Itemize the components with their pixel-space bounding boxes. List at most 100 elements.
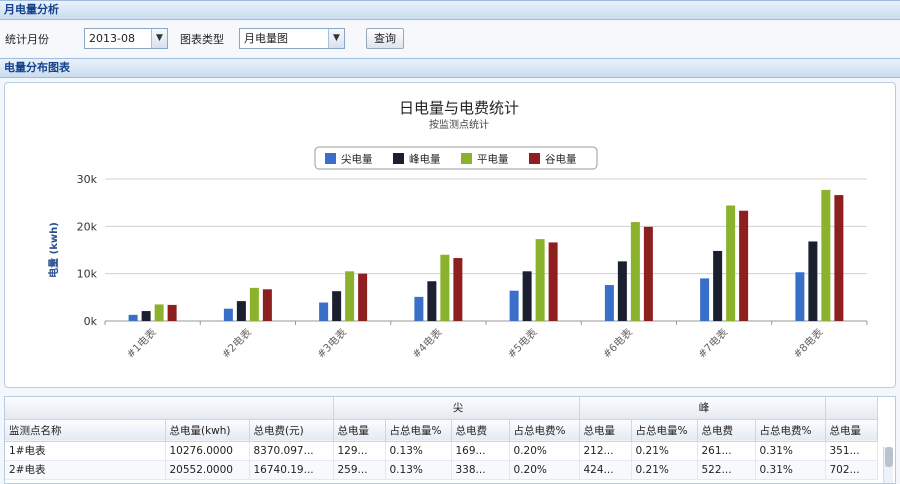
bar [808,241,818,321]
legend-swatch [461,153,472,164]
x-tick-label: #8电表 [791,326,826,361]
x-tick-label: #1电表 [124,326,159,361]
legend-swatch [325,153,336,164]
bar [834,195,844,321]
table-row[interactable]: 2#电表 20552.0000 16740.19... 259... 0.13% 338.… [5,460,878,480]
group-header: 峰 [579,397,826,420]
column-header[interactable]: 占总电费% [755,419,826,442]
filter-toolbar: 统计月份 2013-08 ▼ 图表类型 月电量图 ▼ 查询 [0,22,900,56]
table-cell: 0.21% [631,460,698,480]
column-header[interactable]: 总电费 [697,419,756,442]
x-tick-label: #2电表 [219,326,254,361]
bar [414,296,424,321]
column-header[interactable]: 总电费 [451,419,510,442]
data-grid: 尖峰监测点名称 总电量(kwh) 总电费(元) 总电量 占总电量% 总电费 占总电费% 总电量… [4,396,896,484]
table-cell: 0.31% [755,460,826,480]
chart-type-label: 图表类型 [180,33,224,46]
bar [236,301,246,321]
y-tick-label: 30k [77,173,98,186]
bar [522,271,532,321]
table-cell: 0.13% [385,460,452,480]
bar [332,291,342,321]
bar [128,314,138,321]
table-cell: 10276.0000 [165,441,250,461]
bar [319,302,329,321]
chart-type-select[interactable]: 月电量图 ▼ [239,28,345,49]
table-cell: 212... [579,441,632,461]
chart-panel: 日电量与电费统计 按监测点统计 尖电量 峰电量 平电量 谷电量 0k 10k 20k 30k 电量 … [4,82,896,388]
bar [617,261,627,321]
bar [154,304,164,321]
x-tick-label: #4电表 [410,326,445,361]
legend-label: 谷电量 [545,153,577,166]
legend-label: 尖电量 [341,153,373,166]
table-cell: 351... [825,441,878,461]
table-row[interactable]: 1#电表 10276.0000 8370.097... 129... 0.13% 169.… [5,441,878,461]
bar [345,271,355,321]
bar [604,285,614,321]
legend-swatch [393,153,404,164]
month-select-value: 2013-08 [89,32,135,45]
column-header-row: 监测点名称 总电量(kwh) 总电费(元) 总电量 占总电量% 总电费 占总电费% 总电量 占总… [5,419,878,442]
group-header-blank [825,397,878,420]
chevron-down-icon[interactable]: ▼ [328,29,344,48]
y-tick-label: 10k [77,268,98,281]
panel-header-chart: 电量分布图表 [0,58,900,78]
table-cell: 0.31% [755,441,826,461]
chevron-down-icon[interactable]: ▼ [151,29,167,48]
vertical-scrollbar[interactable] [883,447,893,483]
table-cell: 702... [825,460,878,480]
column-header[interactable]: 总电量 [825,419,878,442]
bar [739,210,749,321]
bar [548,242,558,321]
panel-header-monthly-analysis: 月电量分析 [0,0,900,20]
bar [700,278,710,321]
bar [821,189,831,321]
table-cell: 2#电表 [5,460,166,480]
panel-title: 月电量分析 [4,3,59,16]
month-select[interactable]: 2013-08 ▼ [84,28,168,49]
bar [141,311,151,321]
column-header[interactable]: 总电量 [579,419,632,442]
query-button[interactable]: 查询 [366,28,404,49]
bar [223,308,233,321]
column-header[interactable]: 占总电量% [631,419,698,442]
chart-type-select-value: 月电量图 [244,32,288,45]
bar [726,205,736,321]
scrollbar-thumb[interactable] [885,447,893,467]
bar [535,239,545,321]
bar [630,222,640,321]
column-header[interactable]: 监测点名称 [5,419,166,442]
y-tick-label: 0k [84,315,98,328]
column-header[interactable]: 占总电费% [509,419,580,442]
table-cell: 129... [333,441,386,461]
column-header[interactable]: 总电费(元) [249,419,334,442]
month-label: 统计月份 [5,33,49,46]
group-header-blank [5,397,334,420]
bar [167,304,177,321]
y-tick-label: 20k [77,220,98,233]
column-header[interactable]: 总电量 [333,419,386,442]
group-header-row: 尖峰 [5,397,878,420]
table-cell: 0.13% [385,441,452,461]
chart-title: 日电量与电费统计 [399,99,519,117]
bar [713,250,723,321]
bar-chart: 日电量与电费统计按监测点统计尖电量 峰电量 平电量 谷电量 0k 10k 20k 30k 电量 … [47,99,868,361]
table-cell: 8370.097... [249,441,334,461]
x-tick-label: #3电表 [314,326,349,361]
table-cell: 261... [697,441,756,461]
legend-label: 峰电量 [409,153,441,166]
bar [440,254,450,321]
x-tick-label: #6电表 [600,326,635,361]
table-cell: 20552.0000 [165,460,250,480]
column-header[interactable]: 占总电量% [385,419,452,442]
table-cell: 0.20% [509,460,580,480]
column-header[interactable]: 总电量(kwh) [165,419,250,442]
panel-title: 电量分布图表 [4,61,70,74]
x-tick-label: #5电表 [505,326,540,361]
legend-swatch [529,153,540,164]
bar [795,272,805,321]
y-axis-label: 电量 (kwh) [47,222,60,278]
table-cell: 338... [451,460,510,480]
table-cell: 0.21% [631,441,698,461]
